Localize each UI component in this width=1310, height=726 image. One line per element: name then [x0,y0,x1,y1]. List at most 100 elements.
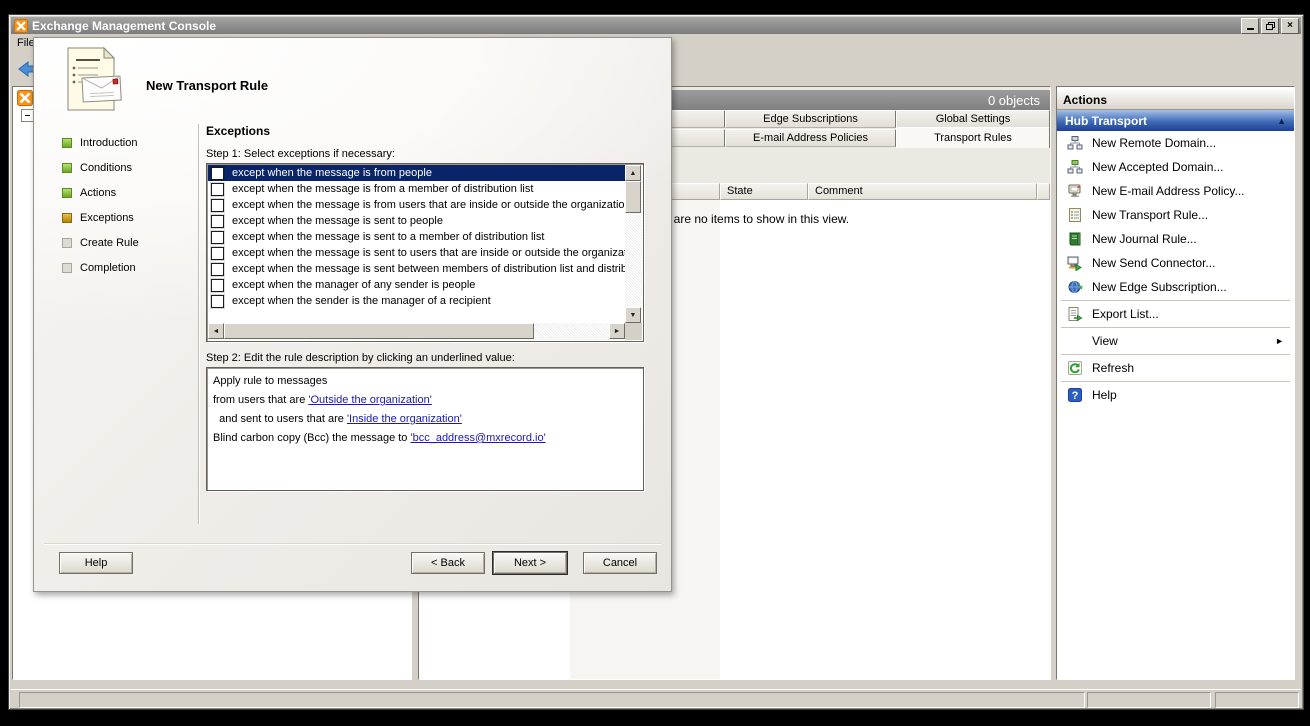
collapse-group-icon[interactable]: ▲ [1277,116,1286,126]
exception-text: except when the message is sent to a mem… [232,231,544,243]
exception-checkbox[interactable] [211,295,224,308]
action-label: Export List... [1092,307,1159,321]
action-export-list[interactable]: Export List... [1057,302,1294,326]
exception-checkbox[interactable] [211,247,224,260]
help-button[interactable]: Help [59,552,133,574]
rule-value-link[interactable]: 'bcc_address@mxrecord.io' [410,432,545,444]
exceptions-listbox[interactable]: except when the message is from people ex… [206,163,644,342]
action-new-send-connector[interactable]: New Send Connector... [1057,251,1294,275]
vertical-scroll-thumb[interactable] [625,181,641,213]
scrollbar-corner [625,323,642,340]
restore-button[interactable] [1261,18,1279,34]
step-label: Exceptions [80,212,134,224]
actions-pane: Actions Hub Transport ▲ New Remote Domai… [1056,86,1295,680]
step-status-icon [62,138,72,148]
action-new-accepted-domain[interactable]: New Accepted Domain... [1057,155,1294,179]
tab-edge-subscriptions[interactable]: Edge Subscriptions [725,110,896,128]
action-view[interactable]: View► [1057,329,1294,353]
action-new-edge-subscription[interactable]: New Edge Subscription... [1057,275,1294,299]
exception-text: except when the message is from people [232,167,432,179]
wizard-step-actions: Actions [62,180,192,205]
refresh-icon [1067,360,1083,376]
horizontal-scroll-thumb[interactable] [224,323,534,339]
exchange-tree-root-icon[interactable] [17,90,33,106]
exception-item[interactable]: except when the message is sent to peopl… [208,213,625,229]
step-label: Conditions [80,162,132,174]
action-refresh[interactable]: Refresh [1057,356,1294,380]
action-label: Help [1092,388,1117,402]
wizard-step-create-rule: Create Rule [62,230,192,255]
step-status-icon [62,238,72,248]
rule-value-link[interactable]: 'Outside the organization' [308,394,431,406]
exception-text: except when the message is sent between … [232,263,625,275]
exception-item[interactable]: except when the message is sent to users… [208,245,625,261]
export-list-icon [1067,306,1083,322]
tab-global-settings[interactable]: Global Settings [896,110,1050,128]
exception-checkbox[interactable] [211,279,224,292]
column-header-state[interactable]: State [720,183,808,200]
tab-e-mail-address-policies[interactable]: E-mail Address Policies [725,129,896,147]
next-button[interactable]: Next > [493,552,567,574]
exception-checkbox[interactable] [211,231,224,244]
minimize-button[interactable] [1241,18,1259,34]
exception-item[interactable]: except when the message is sent between … [208,261,625,277]
svg-text:?: ? [1072,390,1079,402]
exception-item[interactable]: except when the message is from users th… [208,197,625,213]
accepted-domain-icon [1067,159,1083,175]
wizard-step-completion: Completion [62,255,192,280]
scroll-down-button[interactable]: ▼ [625,307,641,323]
tab-transport-rules[interactable]: Transport Rules [896,127,1050,148]
exception-checkbox[interactable] [211,215,224,228]
exception-item[interactable]: except when the sender is the manager of… [208,293,625,309]
action-label: New E-mail Address Policy... [1092,184,1245,198]
wizard-steps: Introduction Conditions Actions Exceptions C… [62,130,192,280]
action-label: View [1092,334,1118,348]
exception-text: except when the message is sent to users… [232,247,625,259]
hub-transport-group-header[interactable]: Hub Transport ▲ [1057,110,1294,131]
wizard-step-introduction: Introduction [62,130,192,155]
column-header-comment[interactable]: Comment [808,183,1037,200]
exception-checkbox[interactable] [211,183,224,196]
action-new-e-mail-address-policy[interactable]: New E-mail Address Policy... [1057,179,1294,203]
title-bar[interactable]: Exchange Management Console × [11,17,1301,34]
screen: { "window": { "title": "Exchange Managem… [0,0,1310,726]
exception-item[interactable]: except when the message is from people [208,165,625,181]
action-new-journal-rule[interactable]: New Journal Rule... [1057,227,1294,251]
transport-rule-wizard-icon [62,46,124,114]
exception-checkbox[interactable] [211,199,224,212]
vertical-scrollbar[interactable]: ▲ ▼ [625,165,642,323]
send-connector-icon [1067,255,1083,271]
exception-checkbox[interactable] [211,263,224,276]
help-icon: ? [1067,387,1083,403]
exception-text: except when the sender is the manager of… [232,295,491,307]
scroll-left-button[interactable]: ◄ [208,323,224,339]
no-icon [1067,333,1083,349]
exception-text: except when the message is from a member… [232,183,533,195]
step-status-icon [62,213,72,223]
action-new-remote-domain[interactable]: New Remote Domain... [1057,131,1294,155]
rule-value-link[interactable]: 'Inside the organization' [347,413,462,425]
exception-item[interactable]: except when the message is sent to a mem… [208,229,625,245]
actions-pane-title: Actions [1057,90,1294,110]
rule-description-line: Blind carbon copy (Bcc) the message to '… [213,429,637,448]
exception-item[interactable]: except when the message is from a member… [208,181,625,197]
scroll-up-button[interactable]: ▲ [625,165,641,181]
action-label: Refresh [1092,361,1134,375]
rule-text: Apply rule to messages [213,375,327,387]
exceptions-items: except when the message is from people ex… [208,165,625,323]
exception-text: except when the message is from users th… [232,199,625,211]
minimize-icon [1247,28,1254,30]
rule-text: Blind carbon copy (Bcc) the message to [213,432,410,444]
horizontal-scrollbar[interactable]: ◄ ► [208,323,625,340]
cancel-button[interactable]: Cancel [583,552,657,574]
exception-checkbox[interactable] [211,167,224,180]
action-help[interactable]: ? Help [1057,383,1294,407]
action-new-transport-rule[interactable]: New Transport Rule... [1057,203,1294,227]
exchange-logo-icon [14,19,28,33]
close-button[interactable]: × [1281,18,1299,34]
exception-item[interactable]: except when the manager of any sender is… [208,277,625,293]
scroll-right-button[interactable]: ► [609,323,625,339]
status-cell-3 [1215,692,1299,708]
back-wizard-button[interactable]: < Back [411,552,485,574]
column-header-col3[interactable] [1037,183,1050,200]
